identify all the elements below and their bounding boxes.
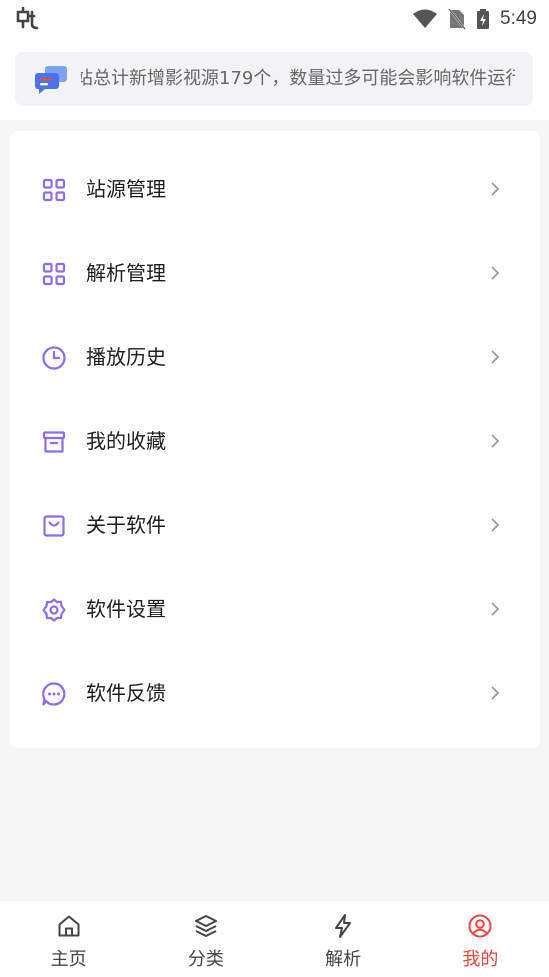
menu-item-favorites[interactable]: 我的收藏 [10,399,540,483]
layers-icon [194,915,217,937]
gear-icon [42,598,66,622]
menu-item-label: 站源管理 [86,177,166,201]
message-icon [42,682,66,706]
bug-app-icon [16,6,39,30]
chevron-right-icon [491,182,500,196]
tab-label: 我的 [462,949,499,970]
menu-item-feedback[interactable]: 软件反馈 [10,651,540,735]
menu-item-settings[interactable]: 软件设置 [10,567,540,651]
menu-item-about[interactable]: 关于软件 [10,483,540,567]
notice-section: 站总计新增影视源179个，数量过多可能会影响软件运行 [0,40,549,120]
chevron-right-icon [491,686,500,700]
menu-item-parsers[interactable]: 解析管理 [10,231,540,315]
menu-item-label: 软件反馈 [86,681,166,705]
menu-item-history[interactable]: 播放历史 [10,315,540,399]
menu-card: 站源管理 解析管理 播放历史 我的收藏 关于软件 软件设置 软件反馈 [10,131,540,748]
bolt-icon [335,914,352,938]
clock-time: 5:49 [500,8,537,29]
chevron-right-icon [491,350,500,364]
notice-text: 站总计新增影视源179个，数量过多可能会影响软件运行 [81,68,515,89]
bag-icon [43,515,65,537]
grid-icon [42,262,66,286]
wifi-icon [413,9,438,28]
chevron-right-icon [491,434,500,448]
menu-item-sources[interactable]: 站源管理 [10,147,540,231]
notice-bar[interactable]: 站总计新增影视源179个，数量过多可能会影响软件运行 [15,52,533,106]
tab-mine[interactable]: 我的 [412,901,549,977]
menu-item-label: 播放历史 [86,345,166,369]
tab-label: 分类 [187,949,224,970]
menu-item-label: 软件设置 [86,597,166,621]
tab-home[interactable]: 主页 [0,901,137,977]
tab-label: 主页 [50,949,87,970]
chat-bubbles-icon [35,66,67,94]
status-icons: 5:49 [412,8,537,30]
bottom-tab-bar: 主页 分类 解析 我的 [0,900,549,977]
chevron-right-icon [491,518,500,532]
grid-icon [42,178,66,202]
archive-icon [42,431,66,453]
user-icon [468,914,492,938]
tab-parse[interactable]: 解析 [275,901,412,977]
menu-item-label: 关于软件 [86,513,166,537]
chevron-right-icon [491,266,500,280]
battery-charging-icon [477,9,490,29]
clock-icon [42,346,66,370]
chevron-right-icon [491,602,500,616]
menu-item-label: 我的收藏 [86,429,166,453]
tab-label: 解析 [325,949,362,970]
menu-item-label: 解析管理 [86,261,166,285]
status-bar: 5:49 [0,0,549,40]
home-icon [58,915,80,937]
tab-category[interactable]: 分类 [137,901,274,977]
no-sim-icon [448,8,466,30]
